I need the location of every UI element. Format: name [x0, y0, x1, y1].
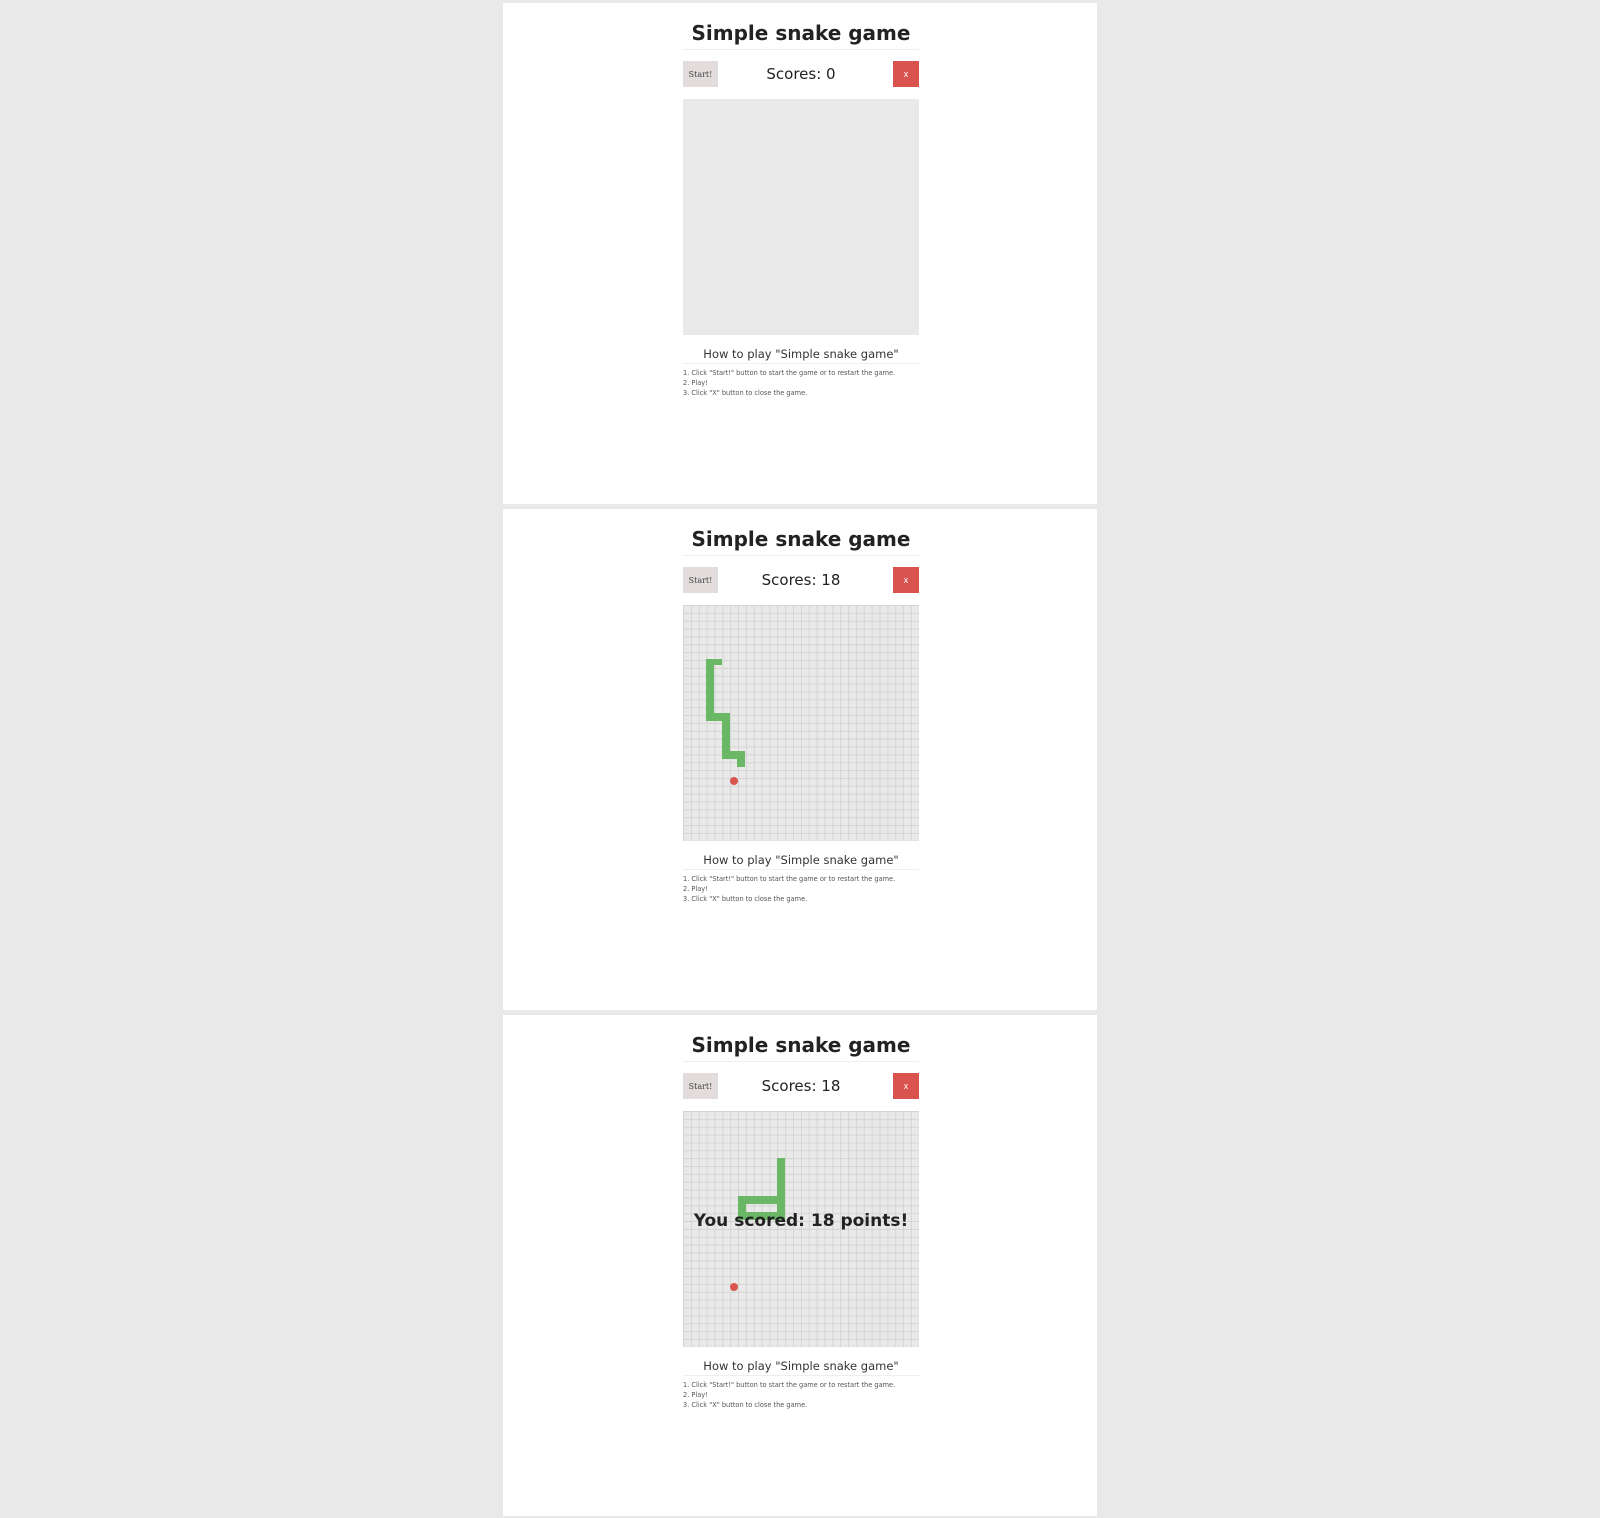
snake	[706, 659, 745, 767]
board-canvas	[706, 659, 745, 785]
start-button[interactable]: Start!	[683, 1073, 718, 1099]
how-to-play-divider	[683, 1375, 919, 1376]
how-to-play-heading: How to play "Simple snake game"	[703, 347, 899, 361]
game-over-message: You scored: 18 points!	[693, 1211, 909, 1231]
food-dot	[730, 1283, 738, 1291]
instruction-step: 2. Play!	[683, 1391, 708, 1399]
close-button[interactable]: x	[893, 1073, 919, 1099]
instruction-step: 3. Click "X" button to close the game.	[683, 1401, 808, 1409]
snake-segment	[706, 659, 714, 721]
close-button[interactable]: x	[893, 61, 919, 87]
game-board[interactable]	[683, 605, 919, 841]
how-to-play-heading: How to play "Simple snake game"	[703, 853, 899, 867]
score-display: Scores: 18	[761, 1077, 841, 1095]
instruction-step: 1. Click "Start!" button to start the ga…	[683, 369, 896, 377]
title-divider	[683, 1061, 919, 1062]
score-display: Scores: 18	[761, 571, 841, 589]
title-divider	[683, 49, 919, 50]
instructions-list: 1. Click "Start!" button to start the ga…	[683, 1380, 919, 1410]
instruction-step: 1. Click "Start!" button to start the ga…	[683, 1381, 896, 1389]
game-controls: Start! Scores: 0 x	[683, 61, 919, 87]
how-to-play-divider	[683, 869, 919, 870]
title-divider	[683, 555, 919, 556]
how-to-play-heading: How to play "Simple snake game"	[703, 1359, 899, 1373]
instruction-step: 2. Play!	[683, 885, 708, 893]
game-frame-game-over: Simple snake game Start! Scores: 18 x Yo…	[503, 1015, 1097, 1516]
game-frame-playing: Simple snake game Start! Scores: 18 x Ho…	[503, 509, 1097, 1010]
instructions-list: 1. Click "Start!" button to start the ga…	[683, 368, 919, 398]
instruction-step: 3. Click "X" button to close the game.	[683, 389, 808, 397]
game-controls: Start! Scores: 18 x	[683, 567, 919, 593]
instruction-step: 1. Click "Start!" button to start the ga…	[683, 875, 896, 883]
how-to-play-divider	[683, 363, 919, 364]
food-dot	[730, 777, 738, 785]
game-controls: Start! Scores: 18 x	[683, 1073, 919, 1099]
game-title: Simple snake game	[691, 1033, 911, 1057]
game-title: Simple snake game	[691, 527, 911, 551]
close-button[interactable]: x	[893, 567, 919, 593]
score-display: Scores: 0	[766, 65, 836, 83]
game-board[interactable]	[683, 99, 919, 335]
start-button[interactable]: Start!	[683, 61, 718, 87]
game-board[interactable]: You scored: 18 points!	[683, 1111, 919, 1347]
game-title: Simple snake game	[691, 21, 911, 45]
instruction-step: 2. Play!	[683, 379, 708, 387]
game-frame-initial: Simple snake game Start! Scores: 0 x How…	[503, 3, 1097, 504]
start-button[interactable]: Start!	[683, 567, 718, 593]
instruction-step: 3. Click "X" button to close the game.	[683, 895, 808, 903]
snake-segment	[737, 751, 745, 767]
instructions-list: 1. Click "Start!" button to start the ga…	[683, 874, 919, 904]
